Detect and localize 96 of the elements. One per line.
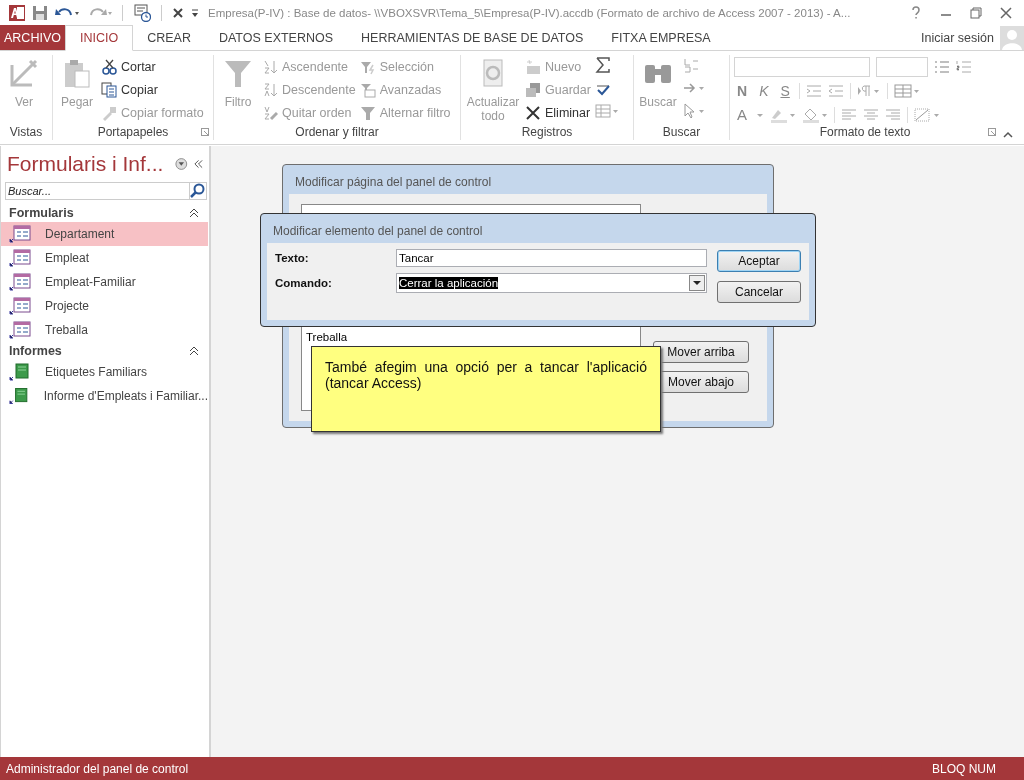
sign-in-link[interactable]: Iniciar sesión <box>921 30 994 45</box>
navigation-item[interactable]: Informe d'Empleats i Familiar... <box>1 384 208 408</box>
decrease-indent-icon[interactable] <box>827 82 844 99</box>
form-icon <box>9 321 31 339</box>
dialog-launcher-icon[interactable] <box>988 128 996 136</box>
pane-title: Formularis i Inf... <box>7 152 164 176</box>
search-icon[interactable] <box>189 182 207 200</box>
alternate-fill-icon[interactable] <box>914 106 940 123</box>
ribbon-tab[interactable]: DATOS EXTERNOS <box>204 25 348 50</box>
group-label: Vistas <box>9 125 43 139</box>
close-icon[interactable] <box>172 6 184 19</box>
report-icon <box>9 387 30 405</box>
gridlines-icon[interactable] <box>893 82 920 99</box>
restore-icon[interactable] <box>968 4 984 21</box>
font-size-combo[interactable] <box>876 56 928 77</box>
navigation-item[interactable]: Projecte <box>1 294 208 318</box>
dialog-button[interactable]: Aceptar <box>717 250 801 272</box>
clear-sort-icon <box>262 104 278 121</box>
save-icon[interactable] <box>32 4 48 21</box>
report-icon <box>9 363 31 381</box>
group-label: Registros <box>521 125 573 139</box>
form-icon <box>9 273 31 291</box>
close-icon[interactable] <box>998 4 1014 21</box>
group-header: Formularis <box>9 206 74 220</box>
sum-icon[interactable] <box>594 57 611 73</box>
field-label: Texto: <box>275 252 310 264</box>
status-text: Administrador del panel de control <box>6 761 189 776</box>
align-right-icon[interactable] <box>885 106 901 123</box>
dialog-button[interactable]: Mover arriba <box>653 341 749 363</box>
list-item[interactable]: Treballa <box>302 329 640 345</box>
group-label: Ordenar y filtrar <box>295 125 379 139</box>
navigation-item[interactable]: Empleat <box>1 246 208 270</box>
group-label: Formato de texto <box>819 125 911 139</box>
delete-icon <box>525 104 541 121</box>
callout-text: També afegim una opció per a tancar l'aplicació (tancar Access) <box>325 359 647 391</box>
ribbon-tab[interactable]: ARCHIVO <box>0 25 65 50</box>
align-left-icon[interactable] <box>841 106 857 123</box>
command-dropdown[interactable]: Cerrar la aplicación <box>396 273 707 293</box>
window-title: Empresa(P-IV) : Base de datos- \\VBOXSVR\Tema_5\Empresa(P-IV).accdb (Formato de archivo de Access 2007 - 2013) - A... <box>208 6 851 19</box>
form-icon <box>9 225 31 243</box>
form-icon <box>9 297 31 315</box>
new-record-icon <box>525 58 541 75</box>
ribbon-button[interactable]: Cortar <box>101 57 204 76</box>
ribbon-icon <box>8 57 40 89</box>
access-logo-icon[interactable] <box>8 3 26 22</box>
align-center-icon[interactable] <box>863 106 879 123</box>
fill-color-icon[interactable] <box>802 106 828 123</box>
status-indicator: BLOQ NUM <box>932 761 996 776</box>
paragraph-icon[interactable] <box>856 82 881 99</box>
collapse-pane-icon[interactable] <box>194 159 203 169</box>
increase-indent-icon[interactable] <box>805 82 822 99</box>
bullet-list-icon[interactable] <box>934 58 950 75</box>
search-field[interactable]: Buscar... <box>5 182 189 200</box>
sort-ascending-icon <box>262 58 278 75</box>
copy-icon <box>101 81 117 98</box>
ribbon-tab[interactable]: CREAR <box>133 25 205 50</box>
dropdown-circle-icon[interactable] <box>175 157 188 171</box>
navigation-item[interactable]: Etiquetes Familiars <box>1 360 208 384</box>
advanced-filter-icon <box>359 81 376 98</box>
text-field[interactable]: Tancar <box>396 249 707 267</box>
customize-dropdown-icon[interactable] <box>190 6 200 19</box>
collapse-ribbon-icon[interactable] <box>1002 130 1014 138</box>
dialog-title: Modificar página del panel de control <box>294 174 493 191</box>
collapse-group-icon[interactable] <box>189 346 199 356</box>
navigation-item[interactable]: Departament <box>1 222 208 246</box>
navigation-item[interactable]: Treballa <box>1 318 208 342</box>
format-button[interactable]: N <box>734 82 751 99</box>
navigation-item[interactable]: Empleat-Familiar <box>1 270 208 294</box>
pointer-icon[interactable] <box>682 103 706 119</box>
group-header: Informes <box>9 344 62 358</box>
group-label: Buscar <box>662 125 701 139</box>
dialog-launcher-icon[interactable] <box>201 128 209 136</box>
dialog-title: Modificar elemento del panel de control <box>272 223 484 240</box>
ribbon-button[interactable]: Eliminar <box>525 103 591 122</box>
form-clock-icon[interactable] <box>133 3 151 22</box>
collapse-group-icon[interactable] <box>189 208 199 218</box>
field-label: Comando: <box>275 277 333 289</box>
table-icon[interactable] <box>594 103 619 119</box>
ribbon-button[interactable]: Copiar <box>101 80 204 99</box>
ribbon-tab[interactable]: HERRAMIENTAS DE BASE DE DATOS <box>347 25 598 50</box>
scissors-icon <box>101 58 117 75</box>
font-name-combo[interactable] <box>734 56 870 77</box>
format-button[interactable]: K <box>756 82 772 99</box>
sort-descending-icon <box>262 81 278 98</box>
dialog-button[interactable]: Cancelar <box>717 281 801 303</box>
ribbon-tab[interactable]: INICIO <box>64 25 134 51</box>
form-icon <box>9 249 31 267</box>
save-icon <box>525 81 541 98</box>
font-color-button[interactable]: A <box>734 106 750 123</box>
filter-icon <box>359 104 376 121</box>
format-button[interactable]: S <box>777 82 793 99</box>
ribbon-tab[interactable]: FITXA EMPRESA <box>597 25 725 50</box>
paintbrush-icon <box>101 104 117 121</box>
numbered-list-icon[interactable] <box>956 58 972 75</box>
replace-icon[interactable] <box>682 57 700 73</box>
group-label: Portapapeles <box>97 125 169 139</box>
